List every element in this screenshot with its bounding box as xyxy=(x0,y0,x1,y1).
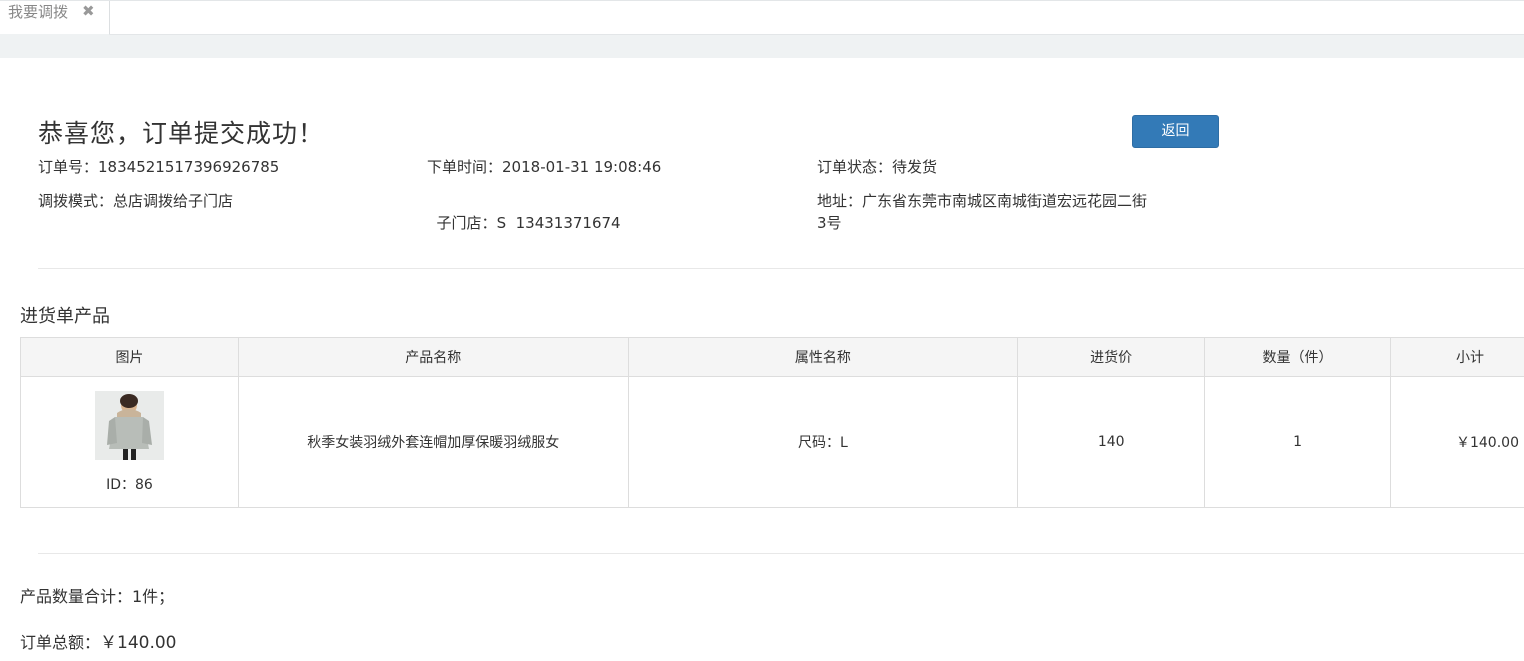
product-subtotal: ￥140.00 xyxy=(1389,376,1524,508)
address: 地址：广东省东莞市南城区南城街道宏远花园二街 3号 xyxy=(817,190,1177,234)
divider xyxy=(38,268,1524,269)
order-status: 订单状态：待发货 xyxy=(817,156,937,178)
order-total-value: ￥140.00 xyxy=(100,633,177,653)
column-header-attributes: 属性名称 xyxy=(627,337,1019,377)
close-icon[interactable]: ✖ xyxy=(82,0,95,22)
tab-label[interactable]: 我要调拨 xyxy=(8,1,68,23)
order-number-value: 1834521517396926785 xyxy=(98,158,280,176)
table-header-row: 图片 产品名称 属性名称 进货价 数量（件） 小计 xyxy=(20,337,1524,377)
product-quantity: 1 xyxy=(1204,376,1391,508)
address-value-line1: 广东省东莞市南城区南城街道宏远花园二街 xyxy=(862,192,1148,210)
sub-store-label: 子门店： xyxy=(436,214,497,232)
product-price: 140 xyxy=(1017,376,1206,508)
transfer-mode-label: 调拨模式： xyxy=(38,192,114,210)
order-time-label: 下单时间： xyxy=(427,158,503,176)
column-header-quantity: 数量（件） xyxy=(1204,337,1391,377)
transfer-mode-value: 总店调拨给子门店 xyxy=(113,192,234,210)
order-status-label: 订单状态： xyxy=(817,158,893,176)
order-number: 订单号：1834521517396926785 xyxy=(38,156,279,178)
address-value-line2: 3号 xyxy=(817,214,842,232)
order-time-value: 2018-01-31 19:08:46 xyxy=(502,158,662,176)
table-row: ID：86 秋季女装羽绒外套连帽加厚保暖羽绒服女 尺码：L 140 1 ￥140… xyxy=(20,376,1524,508)
product-image-cell: ID：86 xyxy=(20,376,239,508)
divider xyxy=(38,553,1524,554)
success-title: 恭喜您，订单提交成功！ xyxy=(38,119,325,148)
order-number-label: 订单号： xyxy=(38,158,99,176)
jacket-image xyxy=(94,390,164,460)
column-header-image: 图片 xyxy=(20,337,239,377)
address-label: 地址： xyxy=(817,192,863,210)
back-button[interactable]: 返回 xyxy=(1132,115,1219,148)
product-name: 秋季女装羽绒外套连帽加厚保暖羽绒服女 xyxy=(237,376,629,508)
column-header-subtotal: 小计 xyxy=(1389,337,1524,377)
order-time: 下单时间：2018-01-31 19:08:46 xyxy=(427,156,661,178)
order-total-label: 订单总额： xyxy=(20,633,101,652)
section-title: 进货单产品 xyxy=(20,306,110,327)
sub-store-value: S 13431371674 xyxy=(496,214,621,232)
sub-store: 子门店：S 13431371674 xyxy=(427,190,621,234)
tab-strip xyxy=(109,1,1524,35)
product-thumbnail[interactable] xyxy=(94,390,164,460)
column-header-name: 产品名称 xyxy=(237,337,629,377)
product-id: ID：86 xyxy=(106,476,153,493)
order-total: 订单总额：￥140.00 xyxy=(20,628,177,653)
order-status-value: 待发货 xyxy=(892,158,938,176)
product-attributes: 尺码：L xyxy=(627,376,1019,508)
tab-transfer[interactable]: 我要调拨 ✖ xyxy=(0,1,110,34)
product-count-total: 产品数量合计：1件； xyxy=(20,587,175,606)
column-header-price: 进货价 xyxy=(1017,337,1206,377)
products-table: 图片 产品名称 属性名称 进货价 数量（件） 小计 ID：86 秋季女装羽绒外套… xyxy=(20,337,1524,508)
transfer-mode: 调拨模式：总店调拨给子门店 xyxy=(38,190,233,212)
tab-bar: 我要调拨 ✖ xyxy=(0,0,1524,58)
